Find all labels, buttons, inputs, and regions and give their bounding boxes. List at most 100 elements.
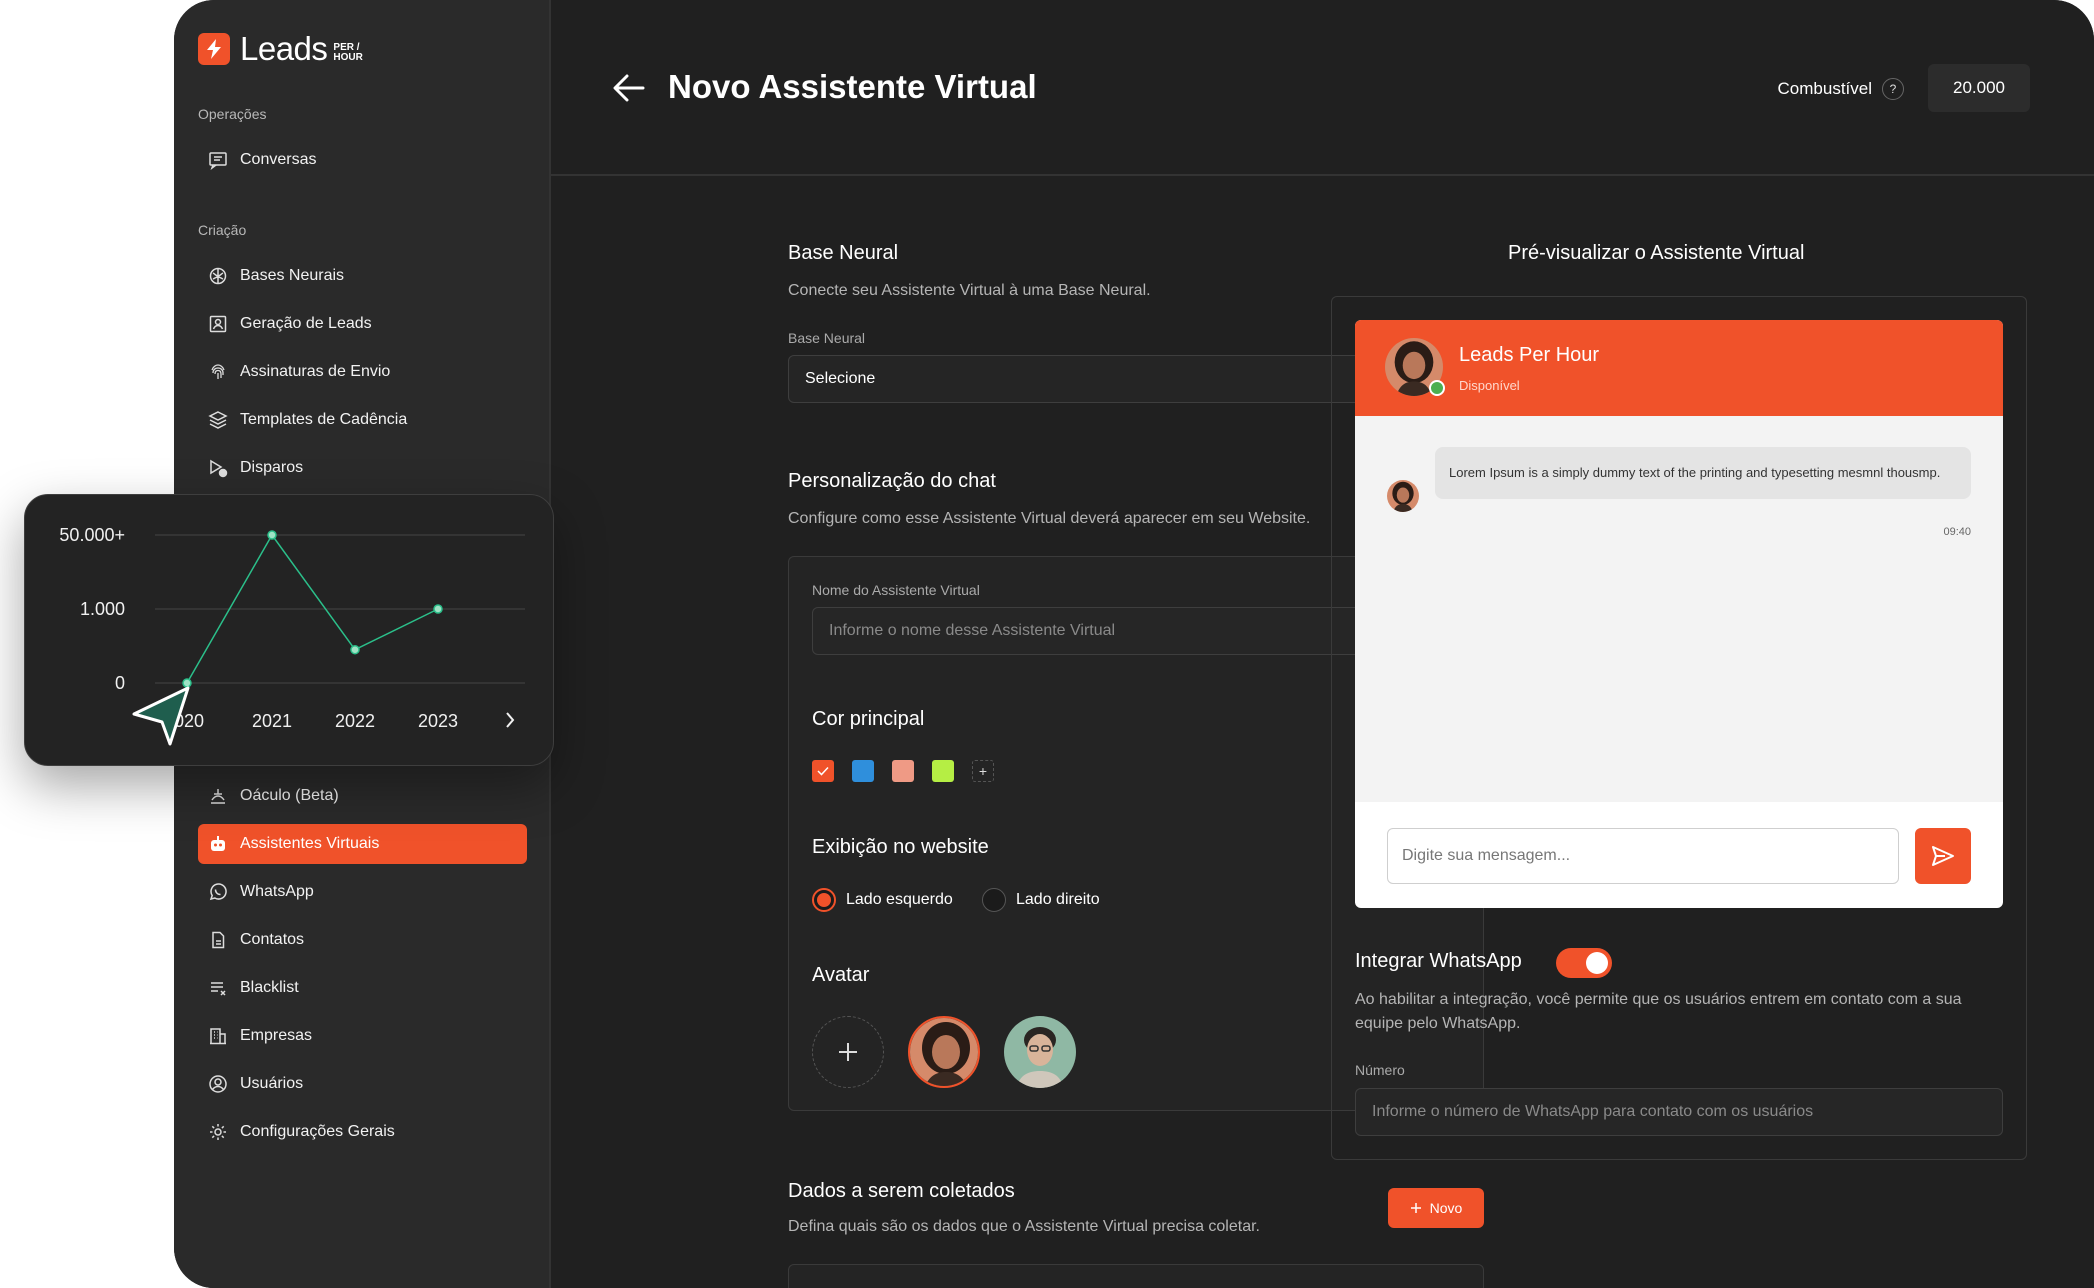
arrow-left-icon bbox=[613, 74, 645, 102]
chart-data-point bbox=[433, 604, 443, 614]
chart-y-tick-label: 50.000+ bbox=[59, 525, 125, 545]
add-avatar-button[interactable] bbox=[812, 1016, 884, 1088]
chat-header: Leads Per Hour Disponível bbox=[1355, 320, 2003, 416]
gear-icon bbox=[210, 1124, 226, 1140]
data-collect-title: Dados a serem coletados bbox=[788, 1180, 1015, 1202]
online-status-dot bbox=[1429, 380, 1445, 396]
preview-title: Pré-visualizar o Assistente Virtual bbox=[1508, 242, 1805, 264]
growth-chart-card: 0 1.000 50.000+ 020 2021 2022 2023 bbox=[24, 494, 554, 766]
plus-icon bbox=[1410, 1203, 1421, 1213]
message-time: 09:40 bbox=[1943, 526, 1971, 538]
message-bubble: Lorem Ipsum is a simply dummy text of th… bbox=[1435, 447, 1971, 499]
color-swatch-orange[interactable] bbox=[812, 760, 834, 782]
color-title: Cor principal bbox=[812, 708, 925, 730]
color-swatch-salmon[interactable] bbox=[892, 760, 914, 782]
avatar-title: Avatar bbox=[812, 964, 870, 986]
sidebar-item-empresas[interactable]: Empresas bbox=[198, 1016, 527, 1056]
base-neural-description: Conecte seu Assistente Virtual à uma Bas… bbox=[788, 282, 1151, 299]
lightning-icon bbox=[198, 33, 230, 65]
radio-lado-esquerdo[interactable]: Lado esquerdo bbox=[812, 888, 953, 912]
send-icon bbox=[1932, 846, 1954, 866]
new-field-button[interactable]: Novo bbox=[1388, 1188, 1484, 1228]
chat-messages: Lorem Ipsum is a simply dummy text of th… bbox=[1355, 416, 2003, 802]
chart-y-tick-label: 0 bbox=[115, 673, 125, 693]
color-swatch-blue[interactable] bbox=[852, 760, 874, 782]
chat-assistant-name: Leads Per Hour bbox=[1459, 344, 1600, 366]
plus-icon bbox=[839, 1043, 857, 1061]
chat-widget-preview: Leads Per Hour Disponível Lorem Ipsum is… bbox=[1355, 320, 2003, 908]
display-title: Exibição no website bbox=[812, 836, 989, 858]
avatar-option-man[interactable] bbox=[1004, 1016, 1076, 1088]
page-header: Novo Assistente Virtual Combustível ? 20… bbox=[551, 0, 2094, 176]
message-avatar bbox=[1387, 480, 1419, 512]
contact-card-icon bbox=[209, 315, 227, 333]
fuel-balance: 20.000 bbox=[1928, 64, 2030, 112]
brand-subtitle: PER / HOUR bbox=[333, 42, 363, 63]
send-schedule-icon bbox=[210, 459, 228, 478]
chat-custom-description: Configure como esse Assistente Virtual d… bbox=[788, 510, 1311, 527]
oracle-icon bbox=[211, 789, 225, 804]
check-icon bbox=[817, 766, 829, 776]
user-circle-icon bbox=[209, 1075, 227, 1093]
robot-icon bbox=[211, 836, 225, 851]
chevron-right-icon[interactable] bbox=[506, 712, 515, 728]
chart-x-tick-label: 2022 bbox=[335, 711, 375, 731]
sidebar-item-usuarios[interactable]: Usuários bbox=[198, 1064, 527, 1104]
sidebar-item-templates-de-cadencia[interactable]: Templates de Cadência bbox=[198, 400, 527, 440]
radio-lado-direito[interactable]: Lado direito bbox=[982, 888, 1100, 912]
help-icon[interactable]: ? bbox=[1882, 78, 1904, 100]
back-button[interactable] bbox=[611, 70, 647, 106]
growth-chart: 01.00050.000+020 2021 2022 2023 bbox=[59, 525, 525, 731]
layers-icon bbox=[208, 411, 228, 429]
chart-y-tick-label: 1.000 bbox=[80, 599, 125, 619]
radio-indicator bbox=[982, 888, 1006, 912]
whatsapp-toggle[interactable] bbox=[1556, 948, 1612, 978]
whatsapp-number-input[interactable]: Informe o número de WhatsApp para contat… bbox=[1355, 1088, 2003, 1136]
section-operacoes: Operações bbox=[198, 106, 267, 122]
assistant-name-label: Nome do Assistente Virtual bbox=[812, 582, 980, 598]
sidebar-item-blacklist[interactable]: Blacklist bbox=[198, 968, 527, 1008]
sidebar-item-assistentes-virtuais[interactable]: Assistentes Virtuais bbox=[198, 824, 527, 864]
color-swatch-lime[interactable] bbox=[932, 760, 954, 782]
brain-icon bbox=[209, 267, 227, 285]
avatar-option-woman[interactable] bbox=[908, 1016, 980, 1088]
chart-data-point bbox=[267, 530, 277, 540]
document-icon bbox=[212, 931, 225, 949]
chat-message-input[interactable]: Digite sua mensagem... bbox=[1387, 828, 1899, 884]
sidebar-item-geracao-de-leads[interactable]: Geração de Leads bbox=[198, 304, 527, 344]
chat-icon bbox=[209, 152, 227, 170]
add-color-button[interactable]: + bbox=[972, 760, 994, 782]
sidebar-item-assinaturas-de-envio[interactable]: Assinaturas de Envio bbox=[198, 352, 527, 392]
chart-data-point bbox=[350, 644, 360, 655]
chat-assistant-status: Disponível bbox=[1459, 378, 1520, 393]
send-button[interactable] bbox=[1915, 828, 1971, 884]
sidebar-item-bases-neurais[interactable]: Bases Neurais bbox=[198, 256, 527, 296]
radio-indicator-selected bbox=[812, 888, 836, 912]
data-collect-description: Defina quais são os dados que o Assisten… bbox=[788, 1218, 1260, 1235]
mouse-cursor-icon bbox=[132, 686, 190, 746]
whatsapp-title: Integrar WhatsApp bbox=[1355, 950, 1522, 972]
whatsapp-description: Ao habilitar a integração, você permite … bbox=[1355, 991, 1962, 1032]
sidebar-item-oraculo[interactable]: Oáculo (Beta) bbox=[198, 776, 527, 816]
whatsapp-icon bbox=[209, 883, 227, 901]
list-x-icon bbox=[211, 982, 226, 996]
fingerprint-icon bbox=[211, 364, 225, 379]
sidebar-item-disparos[interactable]: Disparos bbox=[198, 448, 527, 488]
brand-name: Leads bbox=[240, 30, 328, 67]
section-criacao: Criação bbox=[198, 222, 247, 238]
chart-x-tick-label: 2023 bbox=[418, 711, 458, 731]
chat-custom-title: Personalização do chat bbox=[788, 470, 996, 492]
sidebar-item-configuracoes-gerais[interactable]: Configurações Gerais bbox=[198, 1112, 527, 1152]
base-neural-title: Base Neural bbox=[788, 242, 899, 264]
page-title: Novo Assistente Virtual bbox=[668, 68, 1037, 105]
chart-x-tick-label: 2021 bbox=[252, 711, 292, 731]
data-collect-list bbox=[788, 1264, 1484, 1288]
sidebar-item-conversas[interactable]: Conversas bbox=[198, 140, 527, 180]
base-neural-label: Base Neural bbox=[788, 330, 866, 346]
fuel-label: Combustível ? bbox=[1778, 78, 1904, 100]
sidebar-item-whatsapp[interactable]: WhatsApp bbox=[198, 872, 527, 912]
sidebar-item-contatos[interactable]: Contatos bbox=[198, 920, 527, 960]
building-icon bbox=[210, 1028, 226, 1045]
avatar-man-image bbox=[1004, 1016, 1076, 1088]
brand-logo[interactable]: Leads PER / HOUR bbox=[198, 30, 363, 68]
